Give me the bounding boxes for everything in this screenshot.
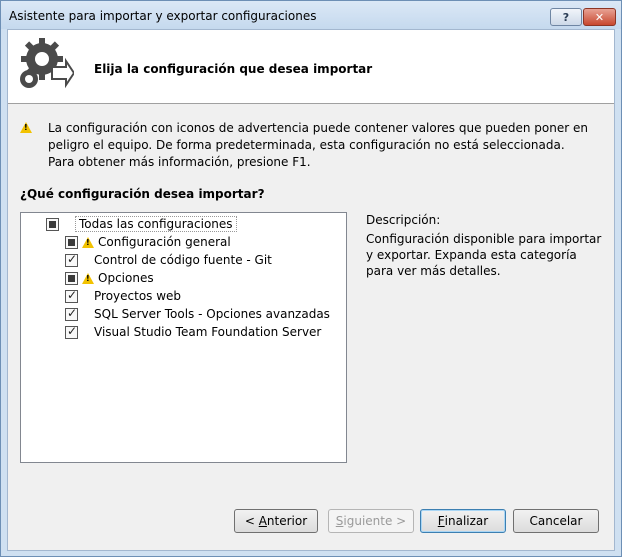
warning-text: La configuración con iconos de advertenc…: [48, 121, 588, 169]
warning-icon: [82, 236, 94, 248]
finish-button-mnemonic: F: [437, 514, 445, 528]
tree-item-label[interactable]: Control de código fuente - Git: [94, 253, 272, 267]
warning-icon: [82, 272, 94, 284]
wizard-window: Asistente para importar y exportar confi…: [0, 0, 622, 557]
tree-item[interactable]: Visual Studio Team Foundation Server: [65, 323, 321, 341]
next-button-label: iguiente >: [343, 514, 407, 528]
title-bar[interactable]: Asistente para importar y exportar confi…: [1, 1, 621, 29]
tree-item[interactable]: Configuración general: [65, 233, 231, 251]
wizard-body: Elija la configuración que desea importa…: [7, 29, 615, 551]
back-button[interactable]: < Anterior: [234, 509, 318, 533]
back-button-label: nterior: [266, 514, 308, 528]
tree-item-checkbox[interactable]: [65, 271, 78, 285]
description-text: Configuración disponible para importar y…: [366, 232, 602, 278]
settings-question: ¿Qué configuración desea importar?: [20, 187, 265, 201]
tree-item-checkbox[interactable]: [65, 324, 78, 339]
page-title: Elija la configuración que desea importa…: [94, 62, 373, 76]
settings-gears-icon: [20, 38, 74, 89]
cancel-button[interactable]: Cancelar: [513, 509, 599, 533]
tree-item-label[interactable]: Opciones: [98, 271, 154, 285]
tree-item-label[interactable]: SQL Server Tools - Opciones avanzadas: [94, 307, 330, 321]
tree-item-checkbox[interactable]: [65, 306, 78, 321]
back-button-prefix: <: [244, 514, 259, 528]
help-button[interactable]: ?: [550, 8, 582, 26]
settings-tree[interactable]: Todas las configuraciones Configuración …: [20, 212, 347, 463]
tree-item-checkbox[interactable]: [65, 288, 78, 303]
tree-root-checkbox[interactable]: [46, 217, 59, 231]
tree-item[interactable]: SQL Server Tools - Opciones avanzadas: [65, 305, 330, 323]
finish-button-label: inalizar: [444, 514, 489, 528]
tree-item-label[interactable]: Visual Studio Team Foundation Server: [94, 325, 321, 339]
tree-item-label[interactable]: Configuración general: [98, 235, 231, 249]
tree-item[interactable]: Opciones: [65, 269, 154, 287]
tree-item[interactable]: Proyectos web: [65, 287, 181, 305]
tree-row-root[interactable]: Todas las configuraciones: [46, 215, 237, 233]
tree-root-label[interactable]: Todas las configuraciones: [75, 216, 237, 232]
back-button-mnemonic: A: [258, 514, 267, 528]
tree-item-checkbox[interactable]: [65, 252, 78, 267]
warning-icon: [20, 122, 32, 133]
tree-item-checkbox[interactable]: [65, 235, 78, 249]
description-title: Descripción:: [366, 213, 441, 227]
next-button[interactable]: Siguiente >: [328, 509, 414, 533]
finish-button[interactable]: Finalizar: [420, 509, 506, 533]
window-title: Asistente para importar y exportar confi…: [9, 9, 317, 23]
next-button-mnemonic: S: [335, 514, 344, 528]
tree-item-label[interactable]: Proyectos web: [94, 289, 181, 303]
tree-item[interactable]: Control de código fuente - Git: [65, 251, 272, 269]
close-button[interactable]: ✕: [583, 8, 616, 26]
header-band: Elija la configuración que desea importa…: [8, 30, 614, 104]
